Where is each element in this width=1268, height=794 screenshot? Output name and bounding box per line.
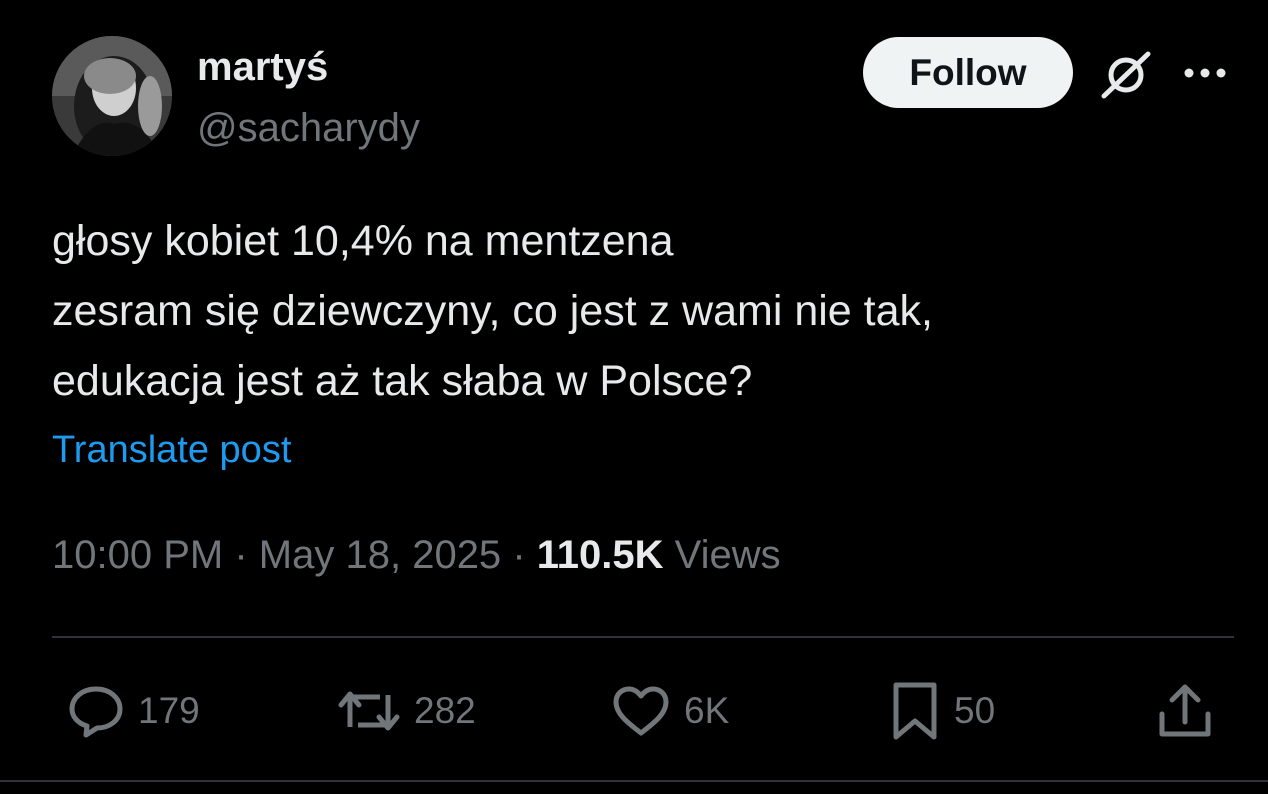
display-name[interactable]: martyś	[197, 42, 328, 92]
share-button[interactable]	[1156, 680, 1214, 742]
avatar-photo	[52, 36, 172, 156]
translate-post-link[interactable]: Translate post	[52, 426, 291, 474]
reply-icon	[69, 686, 123, 738]
reply-button[interactable]: 179	[66, 680, 200, 742]
post-time[interactable]: 10:00 PM	[52, 533, 223, 577]
follow-button[interactable]: Follow	[863, 37, 1073, 108]
repost-button[interactable]: 282	[336, 680, 476, 742]
like-count: 6K	[684, 690, 730, 731]
heart-icon	[613, 686, 669, 736]
user-handle[interactable]: @sacharydy	[197, 103, 420, 153]
meta-separator: ·	[512, 533, 526, 577]
post-text-line: edukacja jest aż tak słaba w Polsce?	[52, 357, 753, 405]
tweet-detail: martyś @sacharydy Follow głosy kobiet 10…	[0, 0, 1268, 794]
views-label[interactable]: Views	[675, 533, 781, 577]
views-count[interactable]: 110.5K	[537, 533, 664, 577]
avatar[interactable]	[52, 36, 172, 156]
repost-icon	[338, 691, 400, 731]
bookmark-icon	[893, 682, 937, 740]
bookmark-count: 50	[954, 690, 996, 731]
post-text-line: głosy kobiet 10,4% na mentzena	[52, 217, 674, 265]
more-options-icon[interactable]	[1180, 60, 1230, 86]
post-meta: 10:00 PM · May 18, 2025 · 110.5K Views	[52, 530, 781, 580]
repost-count: 282	[414, 690, 476, 731]
post-date[interactable]: May 18, 2025	[259, 533, 501, 577]
like-button[interactable]: 6K	[610, 680, 729, 742]
grok-icon[interactable]	[1098, 48, 1154, 102]
reply-count: 179	[138, 690, 200, 731]
divider	[52, 636, 1234, 638]
post-text: głosy kobiet 10,4% na mentzena zesram si…	[52, 206, 1202, 416]
share-icon	[1159, 684, 1211, 737]
post-text-line: zesram się dziewczyny, co jest z wami ni…	[52, 287, 933, 335]
meta-separator: ·	[234, 533, 248, 577]
bookmark-button[interactable]: 50	[888, 680, 995, 742]
divider	[0, 780, 1268, 782]
